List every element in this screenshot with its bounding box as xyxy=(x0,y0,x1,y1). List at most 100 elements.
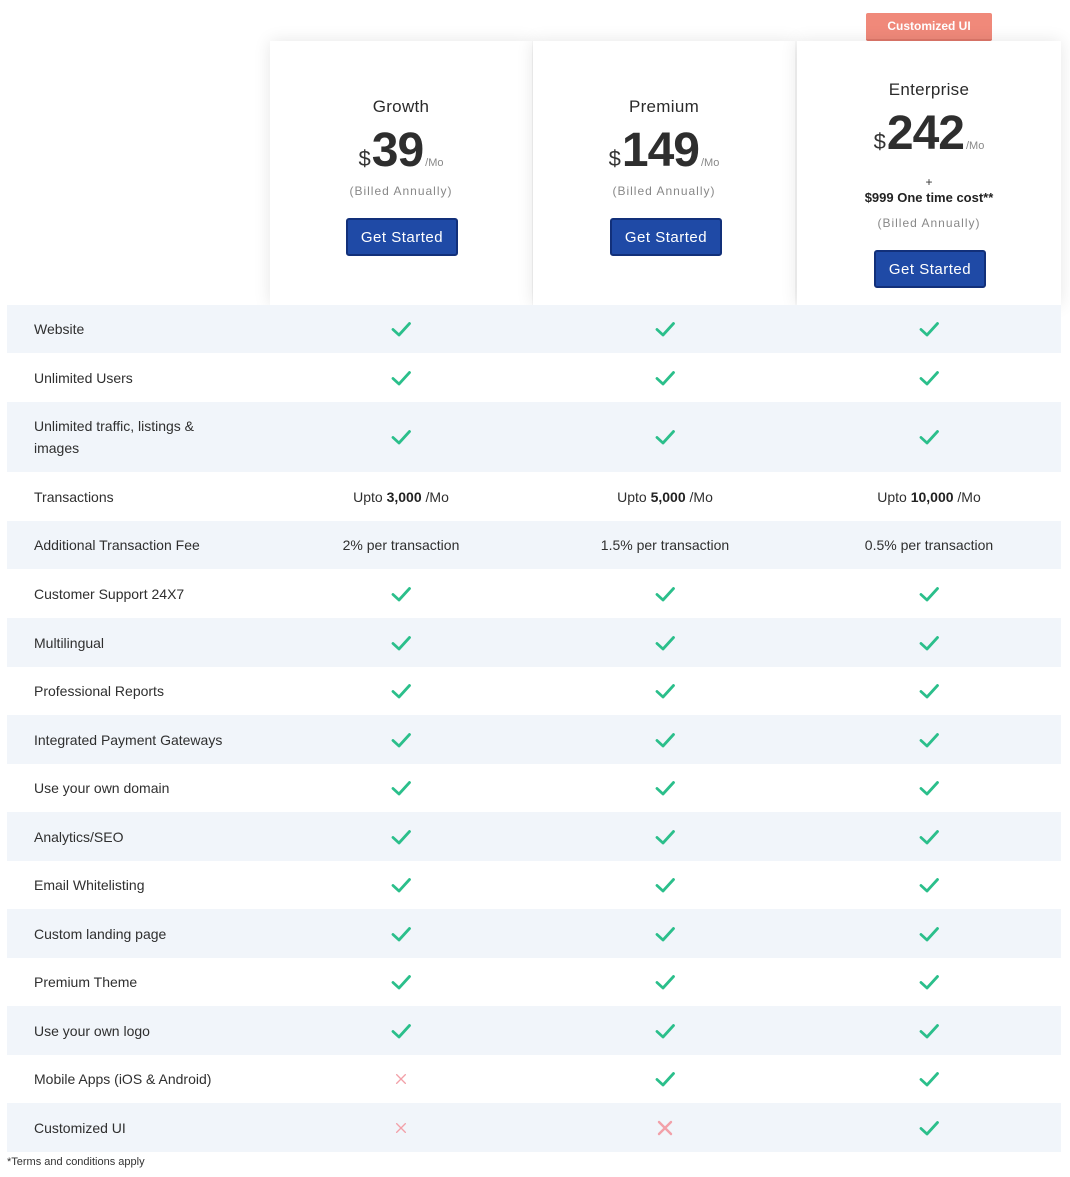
feature-cell xyxy=(534,680,796,702)
table-row: Premium Theme xyxy=(7,958,1061,1006)
check-icon xyxy=(391,1023,411,1038)
feature-cell: 2% per transaction xyxy=(342,537,460,553)
feature-cell: 0.5% per transaction xyxy=(864,537,994,553)
feature-cell xyxy=(270,729,532,751)
plan-card-premium: Premium $ 149 /Mo (Billed Annually) Get … xyxy=(533,41,795,305)
feature-label: Unlimited traffic, listings & images xyxy=(34,418,195,456)
check-icon xyxy=(919,430,939,445)
plan-name: Enterprise xyxy=(888,80,970,99)
get-started-button-enterprise[interactable]: Get Started xyxy=(874,250,986,288)
cell-suffix: /Mo xyxy=(421,488,449,505)
table-row: Unlimited Users xyxy=(7,353,1061,402)
feature-cell xyxy=(798,1117,1060,1139)
plan-card-growth: Growth $ 39 /Mo (Billed Annually) Get St… xyxy=(270,41,532,305)
feature-cell xyxy=(270,632,532,654)
feature-cell xyxy=(534,1068,796,1090)
check-icon xyxy=(391,781,411,796)
check-icon xyxy=(391,635,411,650)
footnote: *Terms and conditions apply xyxy=(7,1156,145,1168)
table-row: Additional Transaction Fee 2% per transac… xyxy=(7,521,1061,569)
feature-cell xyxy=(798,923,1060,945)
plan-price: $ 39 /Mo xyxy=(270,127,532,175)
table-row: Analytics/SEO xyxy=(7,812,1061,861)
feature-label: Website xyxy=(34,321,85,337)
check-icon xyxy=(919,586,939,601)
check-icon xyxy=(919,1072,939,1087)
feature-cell xyxy=(534,583,796,605)
check-icon xyxy=(655,732,675,747)
check-icon xyxy=(919,1120,939,1135)
feature-cell xyxy=(534,777,796,799)
price-amount: 149 xyxy=(621,124,700,177)
check-icon xyxy=(655,635,675,650)
table-row: Customer Support 24X7 xyxy=(7,569,1061,618)
feature-cell xyxy=(270,777,532,799)
feature-label: Additional Transaction Fee xyxy=(34,537,200,553)
feature-cell xyxy=(270,1120,532,1136)
check-icon xyxy=(391,829,411,844)
feature-cell xyxy=(270,826,532,848)
currency-symbol: $ xyxy=(358,146,371,171)
feature-cell xyxy=(534,367,796,389)
check-icon xyxy=(919,781,939,796)
get-started-button-premium[interactable]: Get Started xyxy=(610,218,722,256)
billing-note: (Billed Annually) xyxy=(612,184,716,198)
feature-cell xyxy=(534,1020,796,1042)
check-icon xyxy=(919,370,939,385)
feature-cell xyxy=(798,367,1060,389)
check-icon xyxy=(919,635,939,650)
feature-cell xyxy=(798,1020,1060,1042)
check-icon xyxy=(919,732,939,747)
feature-label: Use your own domain xyxy=(34,780,170,796)
feature-cell xyxy=(270,318,532,340)
check-icon xyxy=(655,975,675,990)
check-icon xyxy=(655,586,675,601)
feature-label: Customer Support 24X7 xyxy=(34,585,185,602)
feature-label: Mobile Apps (iOS & Android) xyxy=(34,1071,212,1087)
feature-cell xyxy=(534,971,796,993)
check-icon xyxy=(391,975,411,990)
currency-symbol: $ xyxy=(873,129,886,154)
table-row: Professional Reports xyxy=(7,667,1061,715)
check-icon xyxy=(655,878,675,893)
feature-cell xyxy=(270,1020,532,1042)
cell-quantity: 3,000 xyxy=(386,488,422,505)
cross-icon xyxy=(395,1122,407,1133)
customized-ui-badge: Customized UI xyxy=(866,13,992,41)
check-icon xyxy=(655,370,675,385)
table-row: Customized UI xyxy=(7,1103,1061,1152)
table-row: Integrated Payment Gateways xyxy=(7,715,1061,764)
feature-cell xyxy=(534,318,796,340)
cell-prefix: Upto xyxy=(617,488,651,505)
check-icon xyxy=(655,1023,675,1038)
feature-label: Integrated Payment Gateways xyxy=(34,731,223,748)
table-row: Use your own domain xyxy=(7,764,1061,812)
feature-label: Transactions xyxy=(34,488,114,505)
feature-comparison-table: Website Unlimited Users Unlimited traffic,… xyxy=(7,305,1061,1152)
feature-cell xyxy=(534,923,796,945)
check-icon xyxy=(391,370,411,385)
table-row: Email Whitelisting xyxy=(7,861,1061,909)
feature-cell xyxy=(798,680,1060,702)
check-icon xyxy=(919,1023,939,1038)
feature-label: Multilingual xyxy=(34,634,105,651)
get-started-button-growth[interactable]: Get Started xyxy=(346,218,458,256)
feature-cell xyxy=(270,1071,532,1087)
feature-cell xyxy=(798,971,1060,993)
price-period: /Mo xyxy=(701,157,720,169)
cell-quantity: 5,000 xyxy=(650,488,686,505)
feature-cell xyxy=(270,367,532,389)
feature-cell: Upto 3,000 /Mo xyxy=(270,489,532,505)
check-icon xyxy=(655,430,675,445)
check-icon xyxy=(391,430,411,445)
table-row: Use your own logo xyxy=(7,1006,1061,1055)
feature-cell xyxy=(798,874,1060,896)
feature-cell xyxy=(534,1117,796,1139)
cell-prefix: Upto xyxy=(353,488,387,505)
feature-cell xyxy=(534,632,796,654)
check-icon xyxy=(655,781,675,796)
cell-quantity: 10,000 xyxy=(910,488,954,505)
check-icon xyxy=(919,829,939,844)
feature-cell xyxy=(534,826,796,848)
table-row: Unlimited traffic, listings & images xyxy=(7,402,1061,472)
